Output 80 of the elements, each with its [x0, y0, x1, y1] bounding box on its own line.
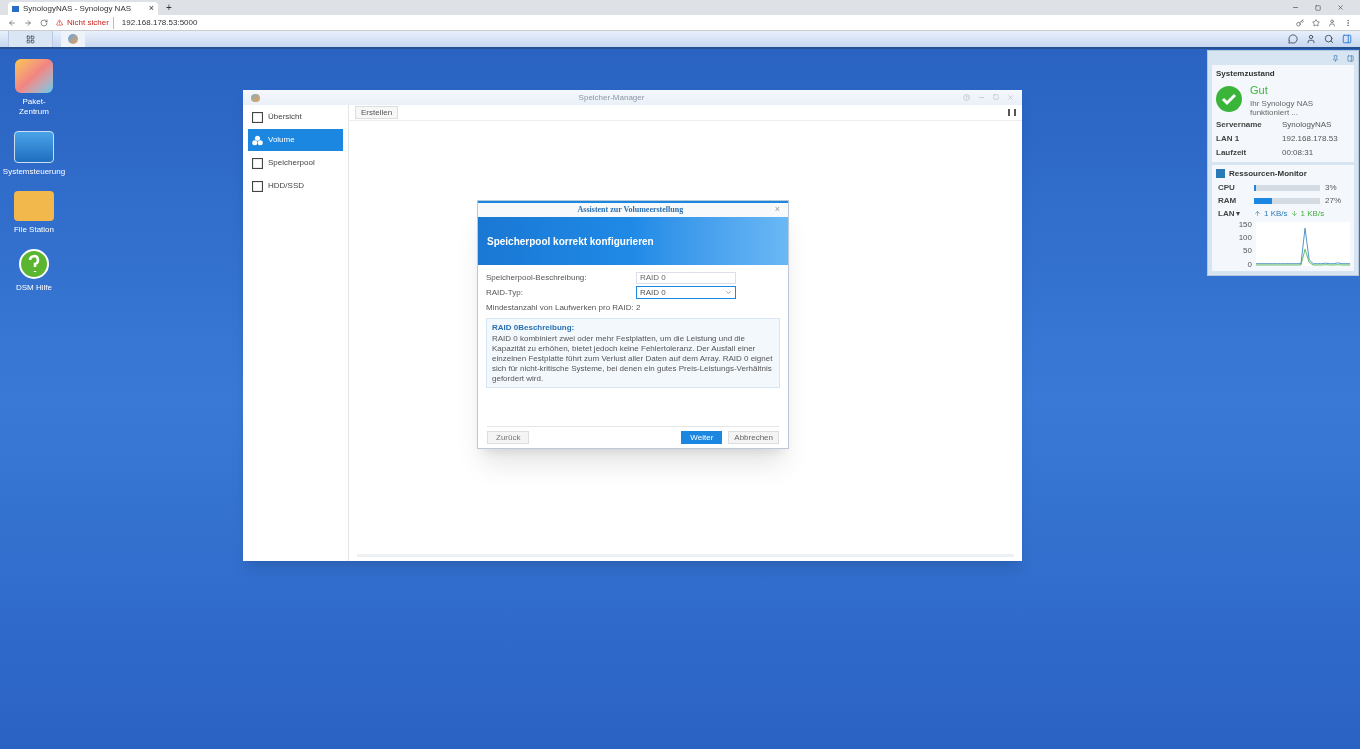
minimize-icon[interactable]: [1292, 4, 1299, 11]
meter-label: RAM: [1217, 194, 1238, 207]
info-label: Laufzeit: [1216, 146, 1248, 159]
info-text: RAID 0 kombiniert zwei oder mehr Festplatten, um die Leistung und die Kapazität zu erhöhen, bietet jedoch keine Fehlertoleranz. Der Ausfall einer einzelnen Festplatte führt zum Verlust aller Daten auf dem Array. RAID 0 eignet sich für nicht-kritische Systeme, bei denen ein gutes Preis-Leistungs-Verhältnis gefordert wird.: [492, 334, 774, 384]
help-icon: [19, 249, 49, 279]
warning-icon: [56, 19, 63, 26]
field-value: 2: [636, 301, 641, 314]
forward-icon[interactable]: [24, 18, 32, 27]
info-label: LAN 1: [1216, 132, 1241, 145]
app-logo-icon: [251, 93, 260, 102]
desktop-icon-label[interactable]: File Station: [14, 225, 54, 235]
sidebar-item[interactable]: Volume: [248, 129, 343, 151]
browser-tab[interactable]: SynologyNAS - Synology NAS ×: [8, 2, 158, 15]
app-logo-icon[interactable]: [68, 34, 78, 44]
description-input[interactable]: RAID 0: [636, 271, 736, 284]
dialog-title: Assistent zur Volumeerstellung: [576, 204, 685, 216]
profile-icon[interactable]: [1328, 18, 1336, 27]
sidebar-item[interactable]: Übersicht: [248, 106, 343, 128]
bookmark-star-icon[interactable]: [1312, 18, 1320, 27]
upload-rate: 1 KB/s: [1264, 207, 1288, 220]
sidebar-item[interactable]: Speicherpool: [248, 152, 343, 174]
dialog-heading: Speicherpool korrekt konfigurieren: [487, 234, 654, 249]
raid-type-dropdown[interactable]: RAID 0: [636, 286, 736, 299]
widget-title: Ressourcen-Monitor: [1229, 167, 1307, 180]
field-label: RAID-Typ:: [486, 286, 524, 299]
cancel-button[interactable]: Abbrechen: [728, 431, 779, 444]
close-icon[interactable]: [1337, 4, 1344, 11]
dropdown-caret[interactable]: ▾: [1236, 207, 1241, 220]
menu-icon[interactable]: [1344, 18, 1352, 27]
upload-icon: [1254, 210, 1261, 217]
status-text: Gut: [1250, 83, 1269, 98]
axis-tick-label: 100: [1238, 234, 1252, 243]
chat-icon[interactable]: [1288, 34, 1298, 44]
next-button[interactable]: Weiter: [681, 431, 723, 444]
axis-tick-label: 50: [1243, 247, 1252, 256]
lan-label[interactable]: LAN: [1218, 207, 1235, 220]
field-label: Mindestanzahl von Laufwerken pro RAID:: [486, 301, 635, 314]
info-label: Servername: [1216, 118, 1263, 131]
reload-icon[interactable]: [40, 18, 48, 27]
info-value: 00:08:31: [1282, 146, 1314, 159]
window-title: Speicher-Manager: [577, 91, 646, 104]
maximize-icon[interactable]: [1315, 4, 1321, 11]
info-value: 192.168.178.53: [1282, 132, 1338, 145]
user-icon[interactable]: [1306, 34, 1316, 44]
field-label: Speicherpool-Beschreibung:: [486, 271, 588, 284]
download-icon: [1290, 210, 1298, 217]
widgets-icon[interactable]: [1342, 34, 1352, 44]
download-rate: 1 KB/s: [1300, 207, 1325, 220]
tab-title: SynologyNAS - Synology NAS: [23, 2, 133, 15]
axis-tick-label: 150: [1238, 221, 1252, 230]
meter-reading: 3%: [1325, 181, 1337, 194]
new-tab-button[interactable]: +: [166, 0, 172, 15]
widget-title: Systemzustand: [1216, 68, 1276, 80]
favicon-icon: [12, 5, 19, 12]
column-settings-icon[interactable]: [1008, 109, 1016, 116]
security-label[interactable]: Nicht sicher: [67, 16, 114, 29]
pin-icon[interactable]: [1332, 55, 1339, 62]
main-menu-icon[interactable]: [26, 34, 35, 44]
meter-label: CPU: [1217, 181, 1236, 194]
create-button[interactable]: Erstellen: [355, 106, 399, 119]
info-title: RAID 0Beschreibung:: [492, 322, 576, 334]
axis-tick-label: 0: [1247, 260, 1252, 269]
key-icon[interactable]: [1296, 18, 1304, 27]
sidebar-item[interactable]: HDD/SSD: [248, 175, 343, 197]
status-message: Ihr Synology NAS funktioniert ...: [1250, 98, 1315, 117]
search-icon[interactable]: [1324, 34, 1334, 44]
desktop-icon-label[interactable]: Systemsteuerung: [2, 167, 66, 177]
tab-close-button[interactable]: ×: [148, 1, 154, 16]
desktop-icon-label[interactable]: Paket- Zentrum: [19, 97, 49, 117]
volume-icon: [252, 134, 263, 146]
caret-icon: [725, 289, 732, 296]
info-value: SynologyNAS: [1282, 118, 1332, 131]
status-check-icon: [1216, 86, 1242, 113]
desktop-icon-label[interactable]: DSM Hilfe: [16, 283, 52, 293]
back-icon[interactable]: [8, 18, 16, 27]
panel-icon[interactable]: [1347, 55, 1354, 62]
back-button[interactable]: Zurück: [487, 431, 530, 444]
folder-icon: [14, 191, 54, 221]
meter-reading: 27%: [1325, 194, 1341, 207]
address-field[interactable]: 192.168.178.53:5000: [121, 16, 198, 29]
